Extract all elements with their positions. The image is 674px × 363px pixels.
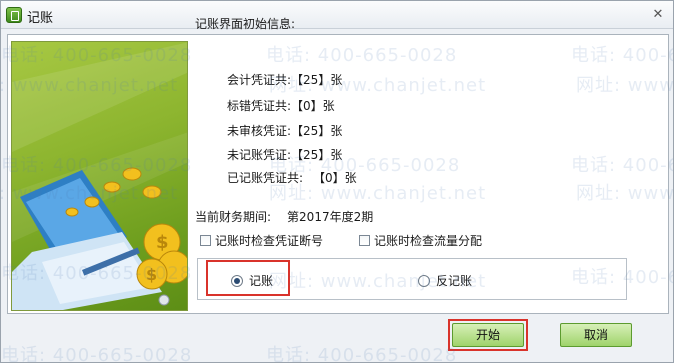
svg-text:$: $ — [156, 232, 169, 253]
highlight-post-option — [206, 260, 290, 296]
info-row-total: 会计凭证共:【25】张 — [227, 73, 343, 87]
ledger-app-icon — [6, 7, 22, 23]
watermark-phone: 电话: 400-665-0028 — [1, 345, 193, 363]
highlight-start-button — [448, 319, 528, 351]
radio-unselected-icon[interactable] — [418, 274, 430, 287]
checkbox-icon[interactable] — [200, 235, 211, 246]
window-title: 记账 — [27, 11, 54, 26]
info-row-unposted: 未记账凭证:【25】张 — [227, 148, 343, 162]
svg-text:$: $ — [146, 265, 157, 284]
cancel-button[interactable]: 取消 — [560, 323, 632, 347]
info-row-error: 标错凭证共:【0】张 — [227, 99, 335, 113]
close-icon[interactable]: ✕ — [651, 8, 665, 22]
check-voucher-break[interactable]: 记账时检查凭证断号 — [200, 232, 323, 249]
info-value: 【25】张 — [291, 148, 343, 162]
posting-dialog: 记账 ✕ $ $ 记账界面初始信息: 会计凭证共:【25】张 标错凭证共:【0】… — [0, 0, 674, 363]
check-cashflow-alloc[interactable]: 记账时检查流量分配 — [359, 232, 482, 249]
period-value: 第2017年度2期 — [287, 210, 374, 224]
info-value: 【0】张 — [291, 99, 335, 113]
info-row-posted: 已记账凭证共: 【0】张 — [227, 171, 357, 185]
current-period: 当前财务期间: 第2017年度2期 — [195, 210, 374, 224]
info-heading: 记账界面初始信息: — [195, 17, 296, 31]
watermark-phone: 电话: 400-665-0028 — [266, 345, 458, 363]
info-row-unaudited: 未审核凭证:【25】张 — [227, 124, 343, 138]
checkbox-icon[interactable] — [359, 235, 370, 246]
decorative-illustration: $ $ — [11, 41, 188, 311]
title-bar: 记账 ✕ — [1, 1, 673, 29]
radio-reverse-post[interactable]: 反记账 — [418, 272, 472, 289]
info-value: 【25】张 — [291, 73, 343, 87]
info-value: 【25】张 — [291, 124, 343, 138]
info-value: 【0】张 — [313, 171, 357, 185]
